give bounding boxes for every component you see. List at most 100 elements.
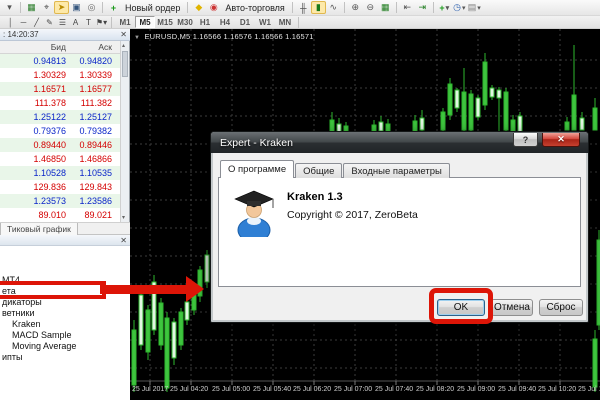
ask-value: 111.382 <box>66 98 116 108</box>
auto-trading-button[interactable]: Авто-торговля <box>221 3 288 13</box>
candle <box>504 88 508 133</box>
navigator-item[interactable]: ветники <box>2 307 34 318</box>
cancel-button[interactable]: Отмена <box>491 299 533 316</box>
graduation-cap-base <box>247 201 261 206</box>
scroll-down-icon[interactable]: ▾ <box>122 214 125 221</box>
cursor-icon[interactable]: ➤ <box>54 1 69 14</box>
auto-trading-icon[interactable]: ◉ <box>206 1 221 14</box>
vline-tool-icon[interactable]: │ <box>4 16 17 28</box>
quote-row[interactable]: 1.105281.10535 <box>0 166 121 180</box>
navigator-titlebar[interactable]: ✕ <box>0 235 130 246</box>
ask-value: 0.79382 <box>66 126 116 136</box>
navigator-item[interactable]: ипты <box>2 351 23 362</box>
timeframe-button-w1[interactable]: W1 <box>255 16 275 28</box>
dialog-tab[interactable]: О программе <box>220 160 294 178</box>
candle <box>185 298 189 325</box>
tile-windows-icon[interactable]: ▦ <box>378 1 393 14</box>
bid-value: 0.79376 <box>0 126 66 136</box>
navigator-item-kraken[interactable]: Kraken <box>12 318 41 329</box>
navigator-item[interactable]: Moving Average <box>12 340 76 351</box>
quote-row[interactable]: 0.793760.79382 <box>0 124 121 138</box>
quote-row[interactable]: 89.01089.021 <box>0 208 121 222</box>
zoom-out-icon[interactable]: ⊖ <box>363 1 378 14</box>
dialog-tab[interactable]: Общие <box>295 163 342 178</box>
quote-row[interactable]: 1.251221.25127 <box>0 110 121 124</box>
close-button[interactable]: ✕ <box>542 133 580 147</box>
avatar-collar <box>247 217 261 225</box>
quote-row[interactable]: 1.303291.30339 <box>0 68 121 82</box>
drawing-toolbar: │─╱✎☰AT⚑▾ <box>4 16 108 28</box>
timeframe-button-h4[interactable]: H4 <box>215 16 235 28</box>
templates-icon[interactable]: ▤▾ <box>467 1 482 14</box>
candle <box>580 112 584 130</box>
new-order-icon[interactable]: + <box>106 1 121 14</box>
quote-row[interactable]: 1.165711.16577 <box>0 82 121 96</box>
bid-column-header: Бид <box>0 42 66 52</box>
quote-row[interactable]: 1.235731.23586 <box>0 194 121 208</box>
candle <box>159 298 163 350</box>
ask-value: 129.843 <box>66 182 116 192</box>
candle <box>565 117 569 130</box>
pencil-tool-icon[interactable]: ✎ <box>43 16 56 28</box>
dropdown-caret-icon: ▾ <box>462 4 466 12</box>
hline-tool-icon[interactable]: ─ <box>17 16 30 28</box>
toolbar-separator <box>433 2 434 13</box>
scroll-thumb[interactable] <box>122 51 128 77</box>
help-button[interactable]: ? <box>513 133 538 147</box>
quote-table-header: Бид Аск <box>0 41 121 54</box>
candle <box>441 108 445 133</box>
indicators-icon[interactable]: +▾ <box>437 1 452 14</box>
dialog-tab[interactable]: Входные параметры <box>343 163 449 178</box>
shift-end-icon[interactable]: ⇤ <box>400 1 415 14</box>
scrollbar[interactable]: ▴ ▾ <box>120 41 129 222</box>
trendline-tool-icon[interactable]: ╱ <box>30 16 43 28</box>
timeframe-button-m30[interactable]: M30 <box>175 16 195 28</box>
tab-tick-chart[interactable]: Тиковый график <box>0 223 78 235</box>
new-order-button[interactable]: Новый ордер <box>121 3 184 13</box>
dialog-body: О программеОбщиеВходные параметры Kraken… <box>211 153 588 322</box>
quote-row[interactable]: 0.948130.94820 <box>0 54 121 68</box>
toolbar-separator <box>298 17 299 28</box>
dialog-tabs: О программеОбщиеВходные параметры <box>218 160 581 178</box>
quote-row[interactable]: 111.378111.382 <box>0 96 121 110</box>
bar-chart-icon[interactable]: ╫ <box>296 1 311 14</box>
send-icon[interactable]: ◆ <box>191 1 206 14</box>
crosshair-icon[interactable]: ⌖ <box>39 1 54 14</box>
timeframe-button-d1[interactable]: D1 <box>235 16 255 28</box>
window-layout-icon[interactable]: ▣ <box>69 1 84 14</box>
chart-menu-icon[interactable]: ▼ <box>134 35 140 41</box>
zoom-window-icon[interactable]: ◎ <box>84 1 99 14</box>
close-icon[interactable]: ✕ <box>120 236 127 245</box>
candle <box>469 90 473 133</box>
scroll-up-icon[interactable]: ▴ <box>122 42 125 49</box>
candle-chart-icon[interactable]: ▮ <box>311 1 326 14</box>
close-icon[interactable]: ✕ <box>120 30 127 39</box>
dialog-titlebar[interactable]: Expert - Kraken ? ✕ <box>211 132 588 153</box>
timeframe-button-m15[interactable]: M15 <box>155 16 175 28</box>
market-watch-titlebar[interactable]: : 14:20:37 ✕ <box>0 29 130 41</box>
quote-row[interactable]: 1.468501.46866 <box>0 152 121 166</box>
text-tool-icon[interactable]: A <box>69 16 82 28</box>
reset-button[interactable]: Сброс <box>539 299 583 316</box>
overflow-caret-icon[interactable]: ▾ <box>2 1 17 14</box>
auto-scroll-icon[interactable]: ⇥ <box>415 1 430 14</box>
line-chart-icon[interactable]: ∿ <box>326 1 341 14</box>
expert-avatar <box>233 187 275 237</box>
quote-row[interactable]: 0.894400.89446 <box>0 138 121 152</box>
candle <box>593 98 597 130</box>
periods-icon[interactable]: ◷▾ <box>452 1 467 14</box>
quote-row[interactable]: 129.836129.843 <box>0 180 121 194</box>
label-tool-icon[interactable]: T <box>82 16 95 28</box>
fibo-tool-icon[interactable]: ☰ <box>56 16 69 28</box>
candle <box>330 112 334 133</box>
expert-name: Kraken 1.3 <box>287 191 343 203</box>
timeframe-button-m1[interactable]: M1 <box>115 16 135 28</box>
timeframe-button-mn[interactable]: MN <box>275 16 295 28</box>
navigator-item[interactable]: MACD Sample <box>12 329 72 340</box>
toolbar-separator <box>111 17 112 28</box>
market-watch-icon[interactable]: ▦ <box>24 1 39 14</box>
zoom-in-icon[interactable]: ⊕ <box>348 1 363 14</box>
timeframe-button-h1[interactable]: H1 <box>195 16 215 28</box>
arrows-tool-icon[interactable]: ⚑▾ <box>95 16 108 28</box>
timeframe-button-m5[interactable]: M5 <box>135 16 155 28</box>
